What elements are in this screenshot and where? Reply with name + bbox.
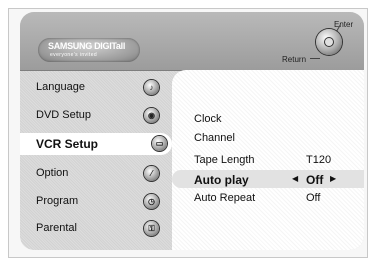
arrow-right-icon[interactable]: ▶ — [330, 174, 336, 183]
setting-value: T120 — [306, 154, 332, 166]
sidebar-item-label: Language — [36, 81, 85, 93]
setting-name: Auto Repeat — [194, 192, 256, 204]
disc-icon: ◉ — [144, 108, 159, 123]
setting-name: Channel — [194, 132, 235, 144]
sidebar-item-parental[interactable]: Parental ⚿ — [20, 217, 168, 241]
setting-row-tape-length[interactable]: Tape Length T120 — [182, 151, 360, 169]
sidebar-item-program[interactable]: Program ◷ — [20, 190, 168, 214]
return-pointer — [310, 58, 320, 59]
sidebar-item-label: VCR Setup — [36, 137, 99, 151]
sidebar-item-vcr-setup[interactable]: VCR Setup ▭ — [20, 133, 172, 155]
arrow-left-icon[interactable]: ◀ — [292, 174, 298, 183]
sidebar-item-option[interactable]: Option ⁄ — [20, 162, 168, 186]
sidebar-item-label: Program — [36, 195, 79, 207]
sidebar-item-dvd-setup[interactable]: DVD Setup ◉ — [20, 104, 168, 128]
return-label: Return — [282, 55, 307, 64]
language-icon: ♪ — [144, 80, 159, 95]
menu-header: SAMSUNG DIGITall everyone's invited Ente… — [20, 12, 364, 71]
logo-tagline: everyone's invited — [50, 52, 98, 58]
sidebar-item-label: Option — [36, 167, 69, 179]
option-icon: ⁄ — [144, 166, 159, 181]
logo-brand: SAMSUNG DIGITall — [48, 41, 126, 51]
samsung-logo: SAMSUNG DIGITall everyone's invited — [38, 38, 140, 62]
vcr-icon: ▭ — [152, 136, 167, 151]
program-icon: ◷ — [144, 194, 159, 209]
setting-row-auto-repeat[interactable]: Auto Repeat Off — [182, 189, 360, 207]
setting-value: Off — [306, 192, 321, 204]
setting-name: Tape Length — [194, 154, 255, 166]
setting-name: Auto play — [194, 173, 249, 187]
lock-icon: ⚿ — [144, 221, 159, 236]
setting-value: Off — [306, 173, 324, 187]
remote-dial-icon — [316, 29, 342, 55]
sidebar-item-language[interactable]: Language ♪ — [20, 76, 168, 100]
setting-row-clock[interactable]: Clock — [182, 110, 360, 128]
sidebar-item-label: DVD Setup — [36, 109, 92, 121]
setting-row-channel[interactable]: Channel — [182, 129, 360, 147]
sidebar-item-label: Parental — [36, 222, 77, 234]
sidebar-menu: Language ♪ DVD Setup ◉ VCR Setup ▭ Optio… — [20, 70, 172, 250]
setup-menu-panel: SAMSUNG DIGITall everyone's invited Ente… — [20, 12, 364, 250]
setting-row-auto-play[interactable]: Auto play ◀ Off ▶ — [172, 170, 364, 188]
setting-name: Clock — [194, 113, 222, 125]
vcr-setup-settings: Clock Channel Tape Length T120 Auto play… — [172, 70, 364, 250]
